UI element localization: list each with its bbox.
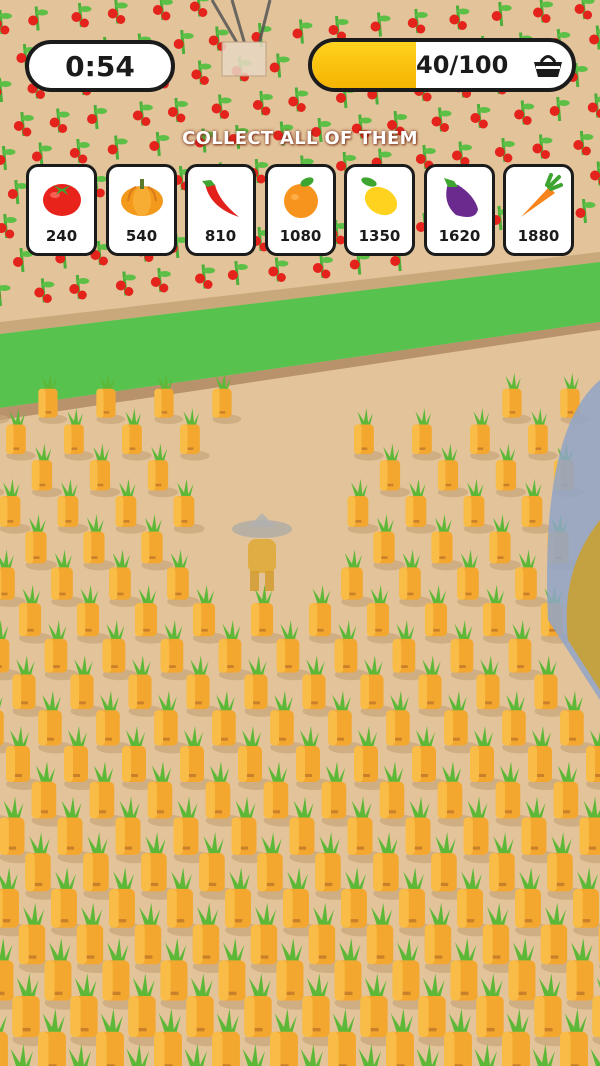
timer-display: 0:54 [25, 40, 175, 92]
timer-text: 0:54 [65, 49, 135, 83]
collect-card-value: 1350 [358, 227, 401, 245]
tomato-icon [43, 184, 81, 216]
collect-card-value: 540 [125, 227, 158, 245]
collect-card-orange: 1080 [265, 164, 336, 256]
collect-card-chili: 810 [185, 164, 256, 256]
collect-card-carrot: 1880 [503, 164, 574, 256]
collect-card-tomato: 240 [26, 164, 97, 256]
collect-card-pumpkin: 540 [106, 164, 177, 256]
collect-card-lemon: 1350 [344, 164, 415, 256]
collect-card-value: 1620 [438, 227, 481, 245]
collect-card-value: 1080 [279, 227, 322, 245]
basket-icon [534, 55, 562, 77]
collect-card-eggplant: 1620 [424, 164, 495, 256]
carrot-icon [521, 173, 563, 217]
progress-count: 40/100 [416, 51, 509, 79]
orange-icon [284, 177, 318, 218]
lemon-icon [361, 177, 398, 216]
chili-pepper-icon [202, 180, 239, 217]
collect-card-value: 810 [204, 227, 237, 245]
progress-fill [312, 42, 416, 88]
collectible-cards: 240 540 810 1080 1350 1620 1880 [26, 164, 576, 256]
farm-scene [0, 0, 600, 1066]
eggplant-icon [444, 178, 478, 217]
collect-card-value: 240 [45, 227, 78, 245]
collect-title: COLLECT ALL OF THEM [182, 128, 418, 149]
collect-card-value: 1880 [517, 227, 560, 245]
pumpkin-icon [121, 179, 163, 216]
collection-progress-bar: 40/100 [308, 38, 576, 92]
